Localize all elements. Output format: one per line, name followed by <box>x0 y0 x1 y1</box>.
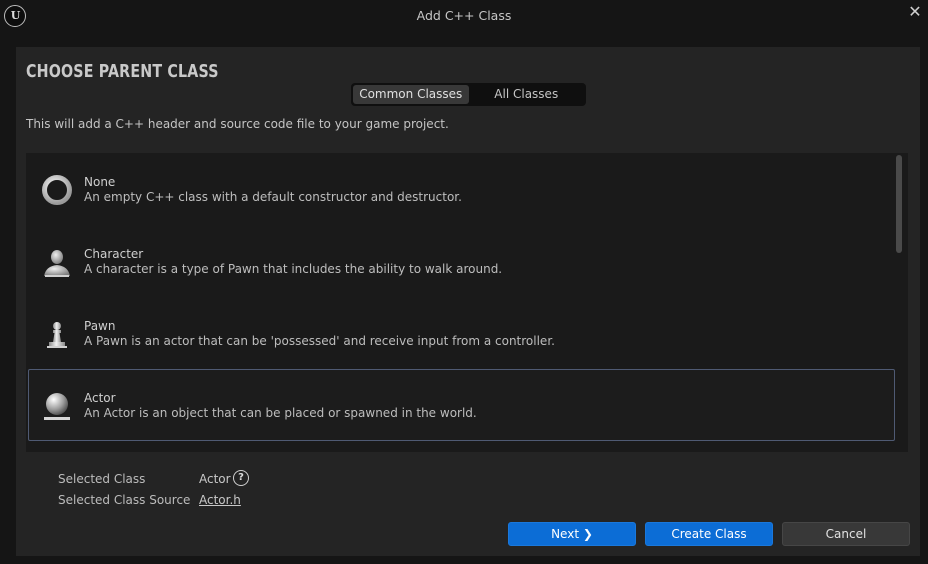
parent-class-panel: CHOOSE PARENT CLASS Common Classes All C… <box>16 47 920 556</box>
class-description: A Pawn is an actor that can be 'possesse… <box>84 334 555 348</box>
scrollbar-thumb[interactable] <box>896 155 902 253</box>
class-item-none[interactable]: None An empty C++ class with a default c… <box>28 153 895 225</box>
selected-class-source-link[interactable]: Actor.h <box>199 493 241 507</box>
window-title: Add C++ Class <box>416 8 512 23</box>
ring-icon <box>42 175 72 205</box>
title-bar: U Add C++ Class ✕ <box>0 0 928 34</box>
class-description: An Actor is an object that can be placed… <box>84 406 477 420</box>
class-description: An empty C++ class with a default constr… <box>84 190 462 204</box>
class-item-pawn[interactable]: Pawn A Pawn is an actor that can be 'pos… <box>28 297 895 369</box>
class-name: Actor <box>84 391 116 405</box>
class-name: Pawn <box>84 319 116 333</box>
character-icon <box>44 250 70 277</box>
close-icon[interactable]: ✕ <box>906 3 924 21</box>
tab-all-classes[interactable]: All Classes <box>469 85 585 104</box>
class-list: None An empty C++ class with a default c… <box>26 153 908 452</box>
panel-description: This will add a C++ header and source co… <box>26 117 449 131</box>
create-class-button[interactable]: Create Class <box>645 522 773 546</box>
help-icon[interactable]: ? <box>233 470 249 486</box>
page-title: CHOOSE PARENT CLASS <box>26 61 219 82</box>
selected-class-label: Selected Class <box>58 472 146 486</box>
class-list-scrollbar <box>896 155 902 450</box>
class-tabs: Common Classes All Classes <box>351 83 586 106</box>
selected-class-source-label: Selected Class Source <box>58 493 191 507</box>
class-item-actor[interactable]: Actor An Actor is an object that can be … <box>28 369 895 441</box>
add-cpp-class-window: U Add C++ Class ✕ CHOOSE PARENT CLASS Co… <box>0 0 928 564</box>
selected-class-value: Actor <box>199 472 231 486</box>
cancel-button[interactable]: Cancel <box>782 522 910 546</box>
class-name: None <box>84 175 116 189</box>
next-button[interactable]: Next ❯ <box>508 522 636 546</box>
tab-common-classes[interactable]: Common Classes <box>353 85 469 104</box>
class-name: Character <box>84 247 144 261</box>
class-description: A character is a type of Pawn that inclu… <box>84 262 503 276</box>
class-item-character[interactable]: Character A character is a type of Pawn … <box>28 225 895 297</box>
pawn-icon <box>47 322 67 348</box>
actor-sphere-icon <box>44 393 70 420</box>
